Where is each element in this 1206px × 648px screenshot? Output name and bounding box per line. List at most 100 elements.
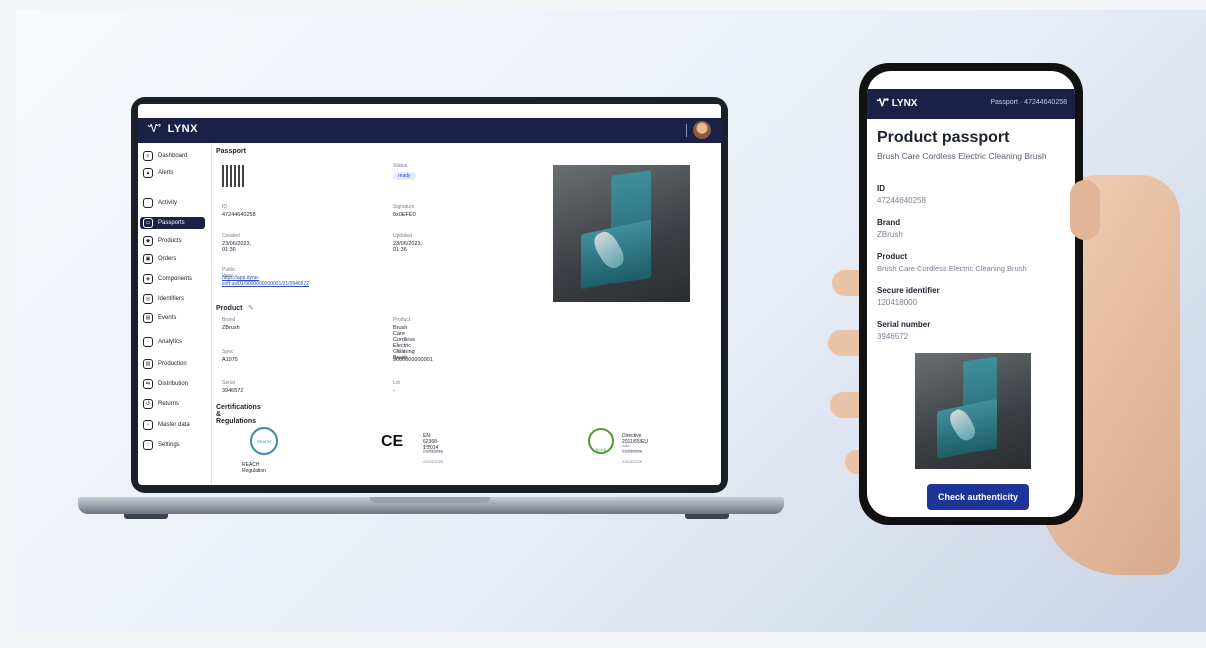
sidebar-item-events[interactable]: ▤ Events (143, 312, 176, 324)
signature-value: 0x0EFE0 (393, 212, 416, 218)
sidebar-item-settings[interactable]: › Settings (143, 439, 180, 451)
sidebar-item-passports[interactable]: ▭ Passports (140, 217, 205, 229)
sidebar-item-label: Products (158, 238, 182, 244)
product-image (553, 165, 690, 302)
created-label: Created (222, 233, 240, 239)
certifications-heading: Certifications & Regulations (216, 404, 261, 425)
public-view-link[interactable]: https://app.dyne-soft.us/01/900000000000… (222, 275, 309, 287)
phone-product-image (915, 353, 1031, 469)
sidebar-item-label: Analytics (158, 339, 183, 345)
serial-value: 3946572 (222, 388, 244, 394)
signature-label: Signature (393, 204, 415, 210)
phone-subtitle: Brush Care Cordless Electric Cleaning Br… (877, 151, 1047, 161)
sidebar-item-alerts[interactable]: ▲ Alerts (143, 167, 173, 179)
sidebar-item-label: Identifiers (158, 296, 185, 302)
sidebar-item-label: Passports (158, 220, 185, 226)
laptop-screen: Ꮙ LYNX ≡ Dashboard ▲ Alerts · Activity ▭ Pass… (138, 104, 721, 485)
sidebar-item-label: Distribution (158, 381, 189, 387)
updated-value: 23/06/2023, 01:36 (393, 241, 423, 253)
field-label: ID (877, 184, 885, 193)
laptop-foot (685, 514, 729, 519)
sidebar-item-activity[interactable]: · Activity (143, 197, 177, 209)
check-authenticity-button[interactable]: Check authenticity (927, 484, 1029, 510)
avatar[interactable] (693, 121, 711, 139)
updated-label: Updated (393, 233, 412, 239)
sidebar-item-label: Master data (158, 422, 190, 428)
status-label: Status (393, 163, 408, 169)
phone-screen: Ꮙ LYNX Passport · 47244640258 Product pa… (867, 71, 1075, 517)
sidebar-item-products[interactable]: ◆ Products (143, 235, 182, 247)
product-heading: Product (216, 305, 243, 312)
field-value: 47244640258 (877, 196, 926, 205)
product-label: Product (393, 317, 411, 323)
rohs-sub2: 23/03/2026 - 23/03/2026 (622, 449, 643, 464)
dashboard-icon: ≡ (143, 151, 153, 161)
field-value: 3946572 (877, 332, 909, 341)
returns-icon: ↺ (143, 399, 153, 409)
sidebar-item-label: Production (158, 361, 187, 367)
phone-logo-text: LYNX (891, 98, 918, 109)
sidebar: ≡ Dashboard ▲ Alerts · Activity ▭ Passports … (138, 143, 212, 485)
reach-caption: REACH Regulation (242, 462, 266, 474)
sidebar-item-orders[interactable]: ▣ Orders (143, 253, 176, 265)
field-value: ZBrush (877, 230, 903, 239)
spec-label: Spec (222, 349, 234, 355)
thumb (1070, 180, 1100, 240)
sidebar-item-label: Orders (158, 256, 177, 262)
sidebar-item-label: Returns (158, 401, 180, 407)
lynx-logo-icon: Ꮙ (148, 123, 162, 135)
app-logo[interactable]: Ꮙ LYNX (148, 123, 198, 136)
id-value: 47244640258 (222, 212, 256, 218)
master-data-icon: › (143, 420, 153, 430)
phone-title: Product passport (877, 129, 1010, 146)
products-icon: ◆ (143, 236, 153, 246)
rohs-badge-text: RoHS (595, 447, 607, 452)
edit-icon[interactable]: ✎ (248, 304, 254, 312)
passports-icon: ▭ (143, 218, 153, 228)
laptop-foot (124, 514, 168, 519)
events-icon: ▤ (143, 313, 153, 323)
sidebar-item-analytics[interactable]: · Analytics (143, 336, 182, 348)
identifiers-icon: ◎ (143, 294, 153, 304)
sidebar-item-distribution[interactable]: ⇆ Distribution (143, 378, 188, 390)
sidebar-item-label: Alerts (158, 170, 174, 176)
brand-value: ZBrush (222, 325, 240, 331)
field-label: Brand (877, 218, 901, 227)
qr-code[interactable] (222, 165, 244, 187)
phone-header-text: Passport · 47244640258 (990, 99, 1067, 106)
brand-label: Brand (222, 317, 236, 323)
distribution-icon: ⇆ (143, 379, 153, 389)
sidebar-item-identifiers[interactable]: ◎ Identifiers (143, 293, 184, 305)
spec-value: A1975 (222, 357, 238, 363)
app-topbar: Ꮙ LYNX (138, 118, 721, 143)
rohs-icon: RoHS (588, 428, 614, 454)
reach-icon: REACH (250, 427, 278, 455)
sidebar-item-label: Components (158, 276, 193, 282)
laptop-notch (370, 497, 490, 503)
gtin-value: 9000000000001 (393, 357, 433, 363)
sidebar-item-master-data[interactable]: › Master data (143, 419, 190, 431)
sidebar-item-dashboard[interactable]: ≡ Dashboard (143, 150, 187, 162)
app-name: LYNX (167, 123, 198, 135)
settings-icon: › (143, 440, 153, 450)
components-icon: ◈ (143, 274, 153, 284)
field-label: Serial number (877, 320, 931, 329)
lot-value: - (393, 388, 395, 394)
lot-label: Lot (393, 380, 400, 386)
sidebar-item-returns[interactable]: ↺ Returns (143, 398, 179, 410)
ce-sub2: 23/03/2026 - 23/03/2026 (423, 449, 444, 464)
phone-header: Ꮙ LYNX Passport · 47244640258 (867, 89, 1075, 119)
phone-logo[interactable]: Ꮙ LYNX (877, 98, 917, 109)
sidebar-item-label: Events (158, 315, 177, 321)
analytics-icon: · (143, 337, 153, 347)
sidebar-item-production[interactable]: ▥ Production (143, 358, 187, 370)
orders-icon: ▣ (143, 254, 153, 264)
production-icon: ▥ (143, 359, 153, 369)
sidebar-item-components[interactable]: ◈ Components (143, 273, 192, 285)
gtin-label: GTIN (393, 349, 405, 355)
passport-heading: Passport (216, 148, 246, 155)
field-label: Product (877, 252, 908, 261)
divider (686, 124, 687, 137)
sidebar-item-label: Activity (158, 200, 178, 206)
field-value: 120418000 (877, 298, 918, 307)
